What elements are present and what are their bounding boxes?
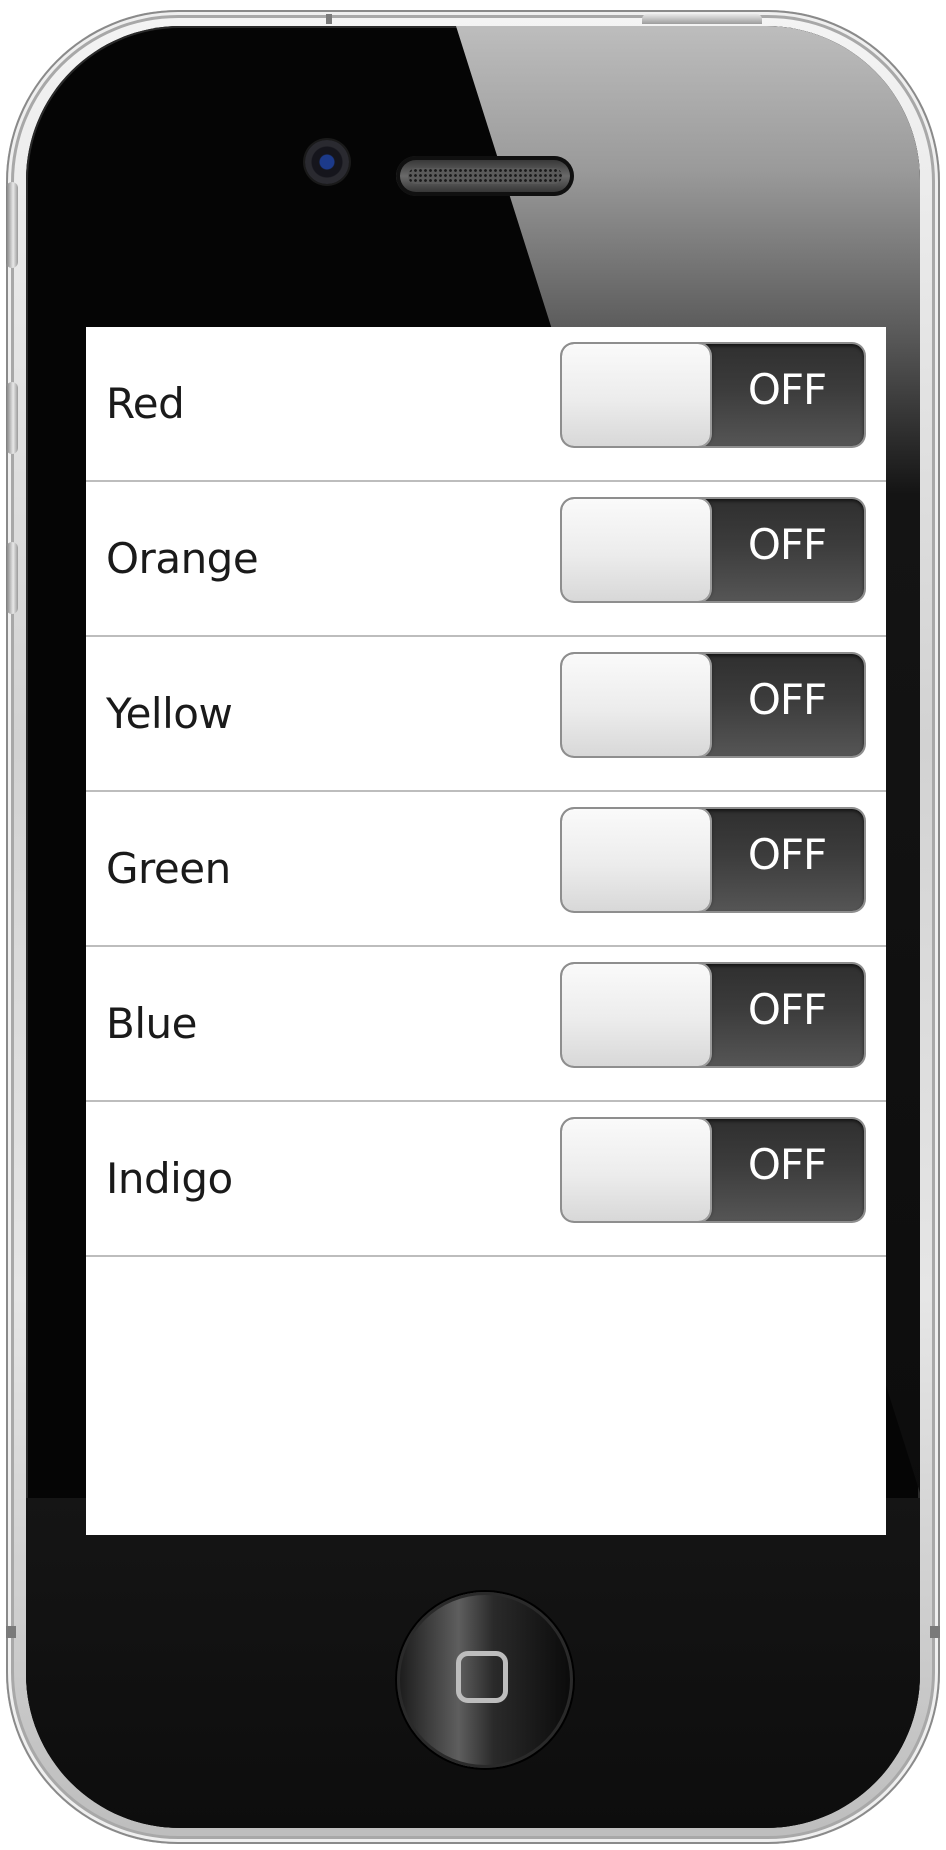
toggle-switch-red[interactable]: OFF [562,344,864,446]
toggle-switch-indigo[interactable]: OFF [562,1119,864,1221]
antenna-notch [6,1626,16,1638]
row-label: Yellow [106,689,233,738]
home-button[interactable] [397,1592,573,1768]
list-item-blue: Blue OFF [86,947,886,1102]
row-label: Blue [106,999,197,1048]
toggle-state: OFF [747,675,827,724]
toggle-state: OFF [747,520,827,569]
list-item-red: Red OFF [86,327,886,482]
list-item-orange: Orange OFF [86,482,886,637]
mute-switch[interactable] [6,182,18,268]
toggle-knob[interactable] [562,809,710,911]
antenna-notch [326,14,332,24]
speaker-icon [396,156,574,196]
toggle-state: OFF [747,1140,827,1189]
toggle-state: OFF [747,365,827,414]
antenna-notch [930,1626,940,1638]
toggle-knob[interactable] [562,499,710,601]
list-item-yellow: Yellow OFF [86,637,886,792]
row-label: Red [106,379,185,428]
toggle-switch-yellow[interactable]: OFF [562,654,864,756]
power-button[interactable] [642,14,762,24]
screen: Red OFF Orange OFF Yellow OFF Green OFF … [86,327,886,1535]
toggle-state: OFF [747,985,827,1034]
row-label: Green [106,844,231,893]
camera-icon [305,140,349,184]
toggle-knob[interactable] [562,344,710,446]
toggle-knob[interactable] [562,654,710,756]
toggle-switch-orange[interactable]: OFF [562,499,864,601]
row-label: Orange [106,534,259,583]
volume-down-button[interactable] [6,542,18,614]
toggle-knob[interactable] [562,1119,710,1221]
list-item-green: Green OFF [86,792,886,947]
row-label: Indigo [106,1154,233,1203]
toggle-switch-green[interactable]: OFF [562,809,864,911]
toggle-knob[interactable] [562,964,710,1066]
home-square-icon [456,1651,508,1703]
toggle-state: OFF [747,830,827,879]
list-item-indigo: Indigo OFF [86,1102,886,1257]
toggle-switch-blue[interactable]: OFF [562,964,864,1066]
volume-up-button[interactable] [6,382,18,454]
